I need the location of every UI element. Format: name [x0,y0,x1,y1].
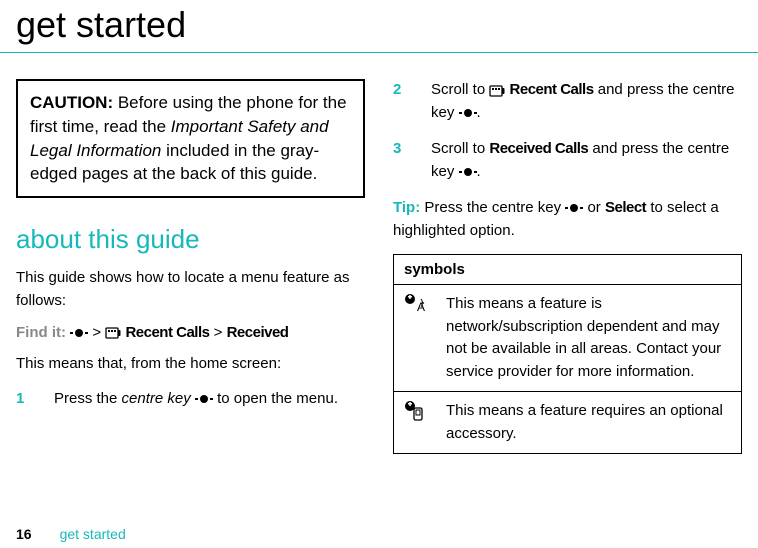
step-2-a: Scroll to [431,81,489,98]
find-it-line: Find it: > Recent Calls > Received [16,324,365,341]
step-1-a: Press the [54,390,122,407]
page-title: get started [0,0,758,53]
step-2-num: 2 [393,79,431,102]
find-it-label: Find it: [16,324,66,341]
caution-label: CAUTION: [30,93,113,112]
centre-key-icon [565,203,583,213]
find-received: Received [227,324,289,341]
step-3-received: Received Calls [489,140,588,157]
tip-label: Tip: [393,199,420,216]
step-3-a: Scroll to [431,140,489,157]
page-footer: 16 get started [16,526,126,542]
step-2-recent: Recent Calls [510,81,594,98]
caution-box: CAUTION: Before using the phone for the … [16,79,365,198]
network-icon-cell: A [394,285,437,392]
step-1-italic: centre key [122,390,191,407]
centre-key-icon [459,108,477,118]
page-number: 16 [16,526,32,542]
tip-a: Press the centre key [420,199,565,216]
centre-key-icon [459,167,477,177]
symbols-header: symbols [394,255,742,285]
step-1-num: 1 [16,388,54,411]
centre-key-icon [195,394,213,404]
step-2-c: . [477,104,481,121]
step-3-c: . [477,163,481,180]
find-recent: Recent Calls [125,324,209,341]
footer-section: get started [60,526,126,542]
left-column: CAUTION: Before using the phone for the … [16,79,365,454]
network-dependent-icon: A [404,293,426,315]
means-text: This means that, from the home screen: [16,353,365,376]
tip-line: Tip: Press the centre key or Select to s… [393,197,742,242]
recent-calls-icon [105,326,121,340]
step-1: 1 Press the centre key to open the menu. [16,388,365,411]
about-intro: This guide shows how to locate a menu fe… [16,267,365,312]
gt-2: > [214,324,223,341]
step-3: 3 Scroll to Received Calls and press the… [393,138,742,183]
accessory-icon [404,400,426,422]
step-1-b: to open the menu. [213,390,338,407]
about-heading: about this guide [16,224,365,255]
step-2: 2 Scroll to Recent Calls and press the c… [393,79,742,124]
tip-select: Select [605,199,646,216]
accessory-icon-cell [394,392,437,454]
symbols-row1-text: This means a feature is network/subscrip… [436,285,742,392]
tip-b: or [583,199,605,216]
symbols-row2-text: This means a feature requires an optiona… [436,392,742,454]
recent-calls-icon [489,83,505,97]
centre-key-icon [70,328,88,338]
symbols-table: symbols A This means a feature is networ… [393,254,742,454]
gt-1: > [92,324,101,341]
step-3-num: 3 [393,138,431,161]
right-column: 2 Scroll to Recent Calls and press the c… [393,79,742,454]
